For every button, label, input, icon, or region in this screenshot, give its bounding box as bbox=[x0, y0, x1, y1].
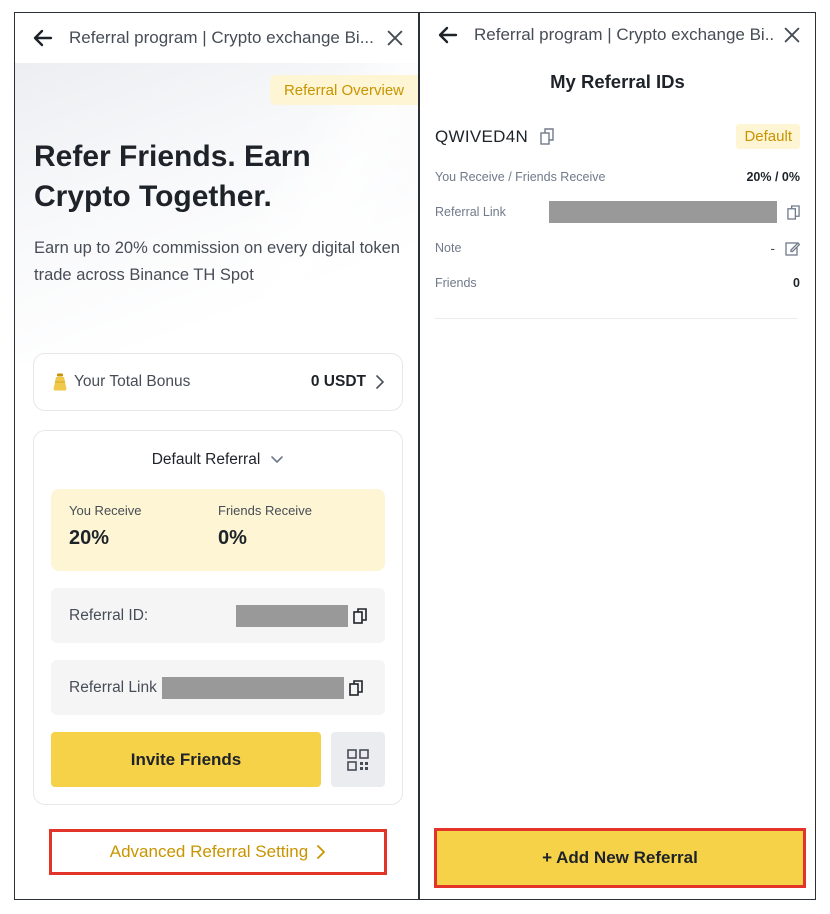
copy-icon[interactable] bbox=[540, 128, 554, 145]
money-bag-icon bbox=[53, 373, 67, 391]
advanced-referral-setting-label: Advanced Referral Setting bbox=[109, 842, 309, 861]
invite-friends-button[interactable]: Invite Friends bbox=[51, 732, 321, 787]
you-receive-label: You Receive bbox=[69, 503, 142, 518]
my-referral-ids-heading: My Referral IDs bbox=[550, 71, 685, 92]
copy-icon[interactable] bbox=[353, 607, 367, 624]
top-bar: Referral program | Crypto exchange Bi... bbox=[15, 13, 418, 63]
total-bonus-label: Your Total Bonus bbox=[74, 373, 191, 390]
advanced-referral-highlight: Advanced Referral Setting bbox=[49, 829, 387, 875]
receive-split-value: 20% / 0% bbox=[746, 170, 800, 184]
note-label: Note bbox=[435, 241, 462, 255]
chevron-right-icon bbox=[317, 845, 326, 859]
page-title: Referral program | Crypto exchange Bi... bbox=[474, 25, 773, 44]
default-badge: Default bbox=[736, 124, 800, 149]
page-title: Referral program | Crypto exchange Bi... bbox=[69, 28, 374, 47]
my-referral-ids-panel: Referral program | Crypto exchange Bi...… bbox=[420, 13, 815, 899]
copy-icon[interactable] bbox=[349, 679, 363, 696]
referral-selector-label: Default Referral bbox=[151, 451, 261, 468]
copy-icon[interactable] bbox=[787, 204, 800, 220]
back-arrow-icon[interactable] bbox=[436, 23, 460, 47]
total-bonus-card[interactable]: Your Total Bonus 0 USDT bbox=[33, 353, 403, 411]
advanced-referral-setting-link[interactable]: Advanced Referral Setting bbox=[110, 842, 326, 862]
receive-split-row: You Receive / Friends Receive 20% / 0% bbox=[435, 166, 800, 188]
friends-receive-value: 0% bbox=[218, 527, 247, 549]
note-value: - bbox=[770, 240, 775, 256]
chevron-right-icon bbox=[376, 375, 384, 389]
referral-id-label: Referral ID: bbox=[69, 606, 149, 624]
back-arrow-icon[interactable] bbox=[31, 26, 55, 50]
friends-count-value: 0 bbox=[793, 276, 800, 290]
qr-code-button[interactable] bbox=[331, 732, 385, 787]
friends-count-label: Friends bbox=[435, 276, 477, 290]
section-divider bbox=[435, 318, 798, 319]
qr-code-icon bbox=[347, 748, 369, 771]
close-icon[interactable] bbox=[384, 27, 406, 49]
referral-link-row: Referral Link bbox=[51, 660, 385, 715]
referral-link-label: Referral Link bbox=[435, 205, 506, 219]
referral-overview-panel: Referral program | Crypto exchange Bi...… bbox=[15, 13, 418, 899]
receive-split-label: You Receive / Friends Receive bbox=[435, 170, 606, 184]
total-bonus-value: 0 USDT bbox=[310, 373, 366, 390]
top-bar: Referral program | Crypto exchange Bi... bbox=[420, 13, 815, 57]
commission-split-box: You Receive 20% Friends Receive 0% bbox=[51, 489, 385, 571]
friends-receive-label: Friends Receive bbox=[218, 503, 312, 518]
referral-selector[interactable]: Default Referral bbox=[34, 451, 402, 469]
hero-subtitle: Earn up to 20% commission on every digit… bbox=[34, 239, 400, 284]
redacted-referral-id bbox=[236, 604, 348, 627]
referral-code-row: QWIVED4N Default bbox=[435, 124, 800, 149]
referral-link-label: Referral Link bbox=[69, 678, 157, 696]
referral-code: QWIVED4N bbox=[435, 126, 529, 146]
you-receive: You Receive 20% bbox=[69, 503, 142, 550]
close-icon[interactable] bbox=[781, 24, 803, 46]
referral-id-row: Referral ID: bbox=[51, 588, 385, 643]
redacted-referral-link bbox=[549, 201, 777, 223]
referral-card: Default Referral You Receive 20% Friends… bbox=[33, 430, 403, 805]
you-receive-value: 20% bbox=[69, 527, 110, 549]
referral-link-row: Referral Link bbox=[435, 201, 800, 223]
add-new-referral-button[interactable]: + Add New Referral bbox=[542, 848, 698, 868]
add-new-referral-highlight: + Add New Referral bbox=[434, 828, 806, 888]
hero-title: Refer Friends. Earn Crypto Together. bbox=[34, 140, 311, 213]
chevron-down-icon bbox=[271, 456, 284, 463]
edit-icon[interactable] bbox=[785, 241, 800, 256]
redacted-referral-link bbox=[161, 676, 344, 699]
friends-receive: Friends Receive 0% bbox=[218, 503, 312, 550]
referral-overview-tab[interactable]: Referral Overview bbox=[269, 75, 418, 105]
note-row: Note - bbox=[435, 237, 800, 259]
friends-count-row: Friends 0 bbox=[435, 272, 800, 294]
